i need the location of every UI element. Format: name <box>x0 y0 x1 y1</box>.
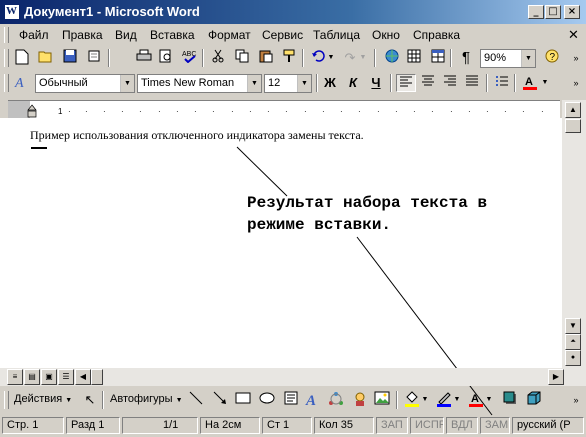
status-page: Стр. 1 <box>2 417 64 434</box>
status-ovr-indicator[interactable]: ЗАМ <box>480 417 510 434</box>
status-rec-indicator[interactable]: ЗАП <box>376 417 408 434</box>
print-layout-icon[interactable]: ▣ <box>41 369 57 385</box>
web-view-icon[interactable]: ▤ <box>24 369 40 385</box>
fill-color-dropdown-icon[interactable]: ▼ <box>420 391 430 409</box>
line-color-dropdown-icon[interactable]: ▼ <box>452 391 462 409</box>
oval-icon[interactable] <box>257 391 277 409</box>
autoshapes-menu[interactable]: Автофигуры ▼ <box>110 393 183 405</box>
toolbar-options-icon[interactable]: » <box>566 391 586 409</box>
3d-style-icon[interactable] <box>524 391 544 409</box>
rectangle-icon[interactable] <box>233 391 253 409</box>
svg-text:A: A <box>305 393 316 407</box>
clipart-icon[interactable] <box>350 391 370 409</box>
status-pages: 1/1 <box>122 417 198 434</box>
diagram-icon[interactable] <box>326 391 346 409</box>
drawing-toolbar: Действия ▼ ↖ Автофигуры ▼ A ▼ ▼ A ▼ » <box>0 386 586 414</box>
select-objects-icon[interactable]: ↖ <box>80 391 100 409</box>
shadow-style-icon[interactable] <box>500 391 520 409</box>
status-line: Ст 1 <box>262 417 312 434</box>
draw-font-color-icon[interactable]: A <box>466 391 486 409</box>
status-ext-indicator[interactable]: ВДЛ <box>446 417 478 434</box>
status-trk-indicator[interactable]: ИСПР <box>410 417 444 434</box>
textbox-icon[interactable] <box>281 391 301 409</box>
line-color-icon[interactable] <box>434 391 454 409</box>
toolbar-grip[interactable] <box>4 391 9 409</box>
fill-color-icon[interactable] <box>402 391 422 409</box>
status-section: Разд 1 <box>66 417 120 434</box>
status-language: русский (Р <box>512 417 584 434</box>
horizontal-scrollbar[interactable]: ≡ ▤ ▣ ☰ ◀ ▶ <box>0 368 586 386</box>
wordart-icon[interactable]: A <box>303 391 323 409</box>
chevron-down-icon: ▼ <box>175 397 183 404</box>
outline-view-icon[interactable]: ☰ <box>58 369 74 385</box>
scroll-left-icon[interactable]: ◀ <box>75 369 91 385</box>
arrow-to-text <box>236 146 288 197</box>
status-at: На 2см <box>200 417 260 434</box>
chevron-down-icon: ▼ <box>65 397 73 404</box>
actions-menu[interactable]: Действия ▼ <box>14 393 72 405</box>
arrow-icon[interactable] <box>210 391 230 409</box>
line-icon[interactable] <box>186 391 206 409</box>
status-column: Кол 35 <box>314 417 374 434</box>
normal-view-icon[interactable]: ≡ <box>7 369 23 385</box>
horizontal-scroll-thumb[interactable] <box>91 369 103 385</box>
scroll-right-icon[interactable]: ▶ <box>548 369 564 385</box>
status-bar: Стр. 1 Разд 1 1/1 На 2см Ст 1 Кол 35 ЗАП… <box>0 414 586 437</box>
insert-picture-icon[interactable] <box>372 391 392 409</box>
draw-font-color-dropdown-icon[interactable]: ▼ <box>484 391 494 409</box>
svg-text:A: A <box>471 393 479 405</box>
